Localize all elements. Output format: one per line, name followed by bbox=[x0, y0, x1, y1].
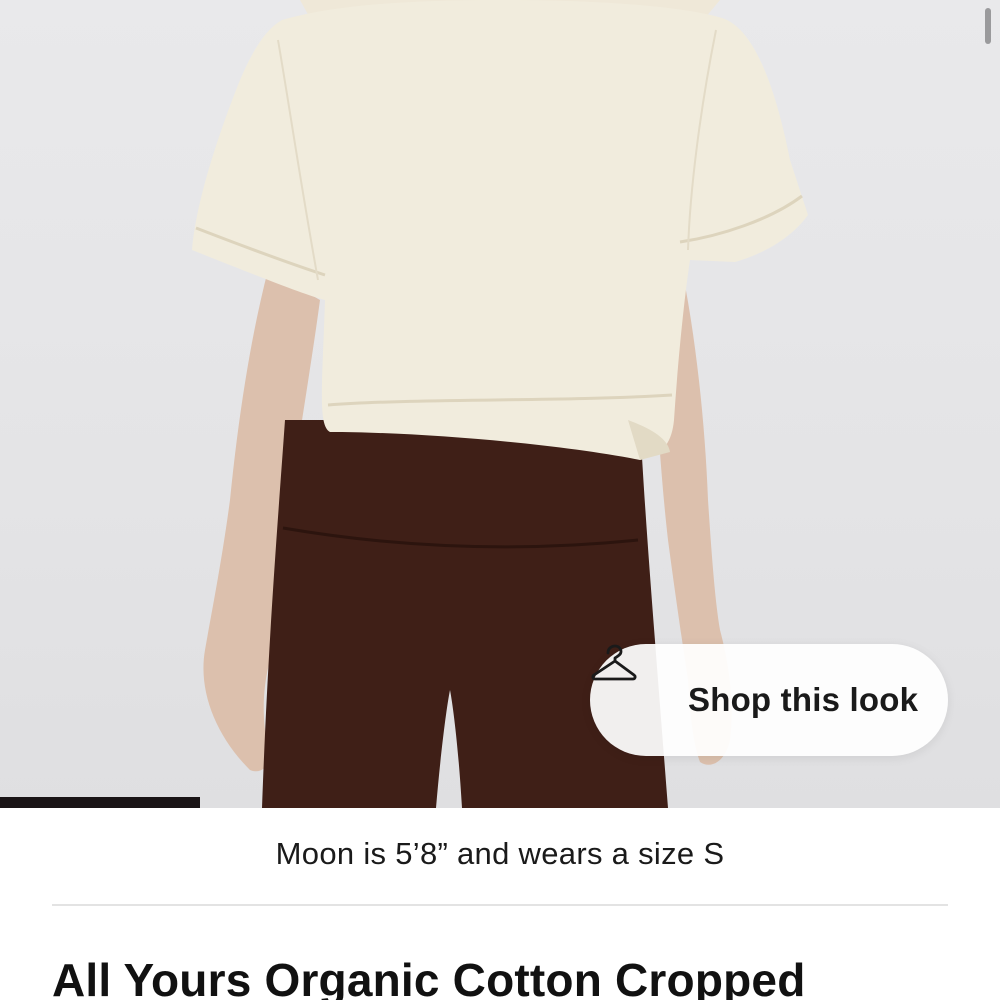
product-page: Shop this look Moon is 5’8” and wears a … bbox=[0, 0, 1000, 1000]
product-image[interactable]: Shop this look bbox=[0, 0, 1000, 808]
gallery-progress-fill bbox=[0, 797, 200, 808]
divider bbox=[52, 904, 948, 906]
hanger-icon bbox=[591, 644, 668, 720]
shop-this-look-label: Shop this look bbox=[688, 681, 919, 718]
scroll-indicator[interactable] bbox=[985, 8, 991, 44]
gallery-progress-bar bbox=[0, 797, 1000, 808]
product-title: All Yours Organic Cotton Cropped bbox=[52, 954, 806, 1000]
shop-this-look-button[interactable]: Shop this look bbox=[590, 644, 948, 756]
model-size-info: Moon is 5’8” and wears a size S bbox=[275, 836, 725, 871]
